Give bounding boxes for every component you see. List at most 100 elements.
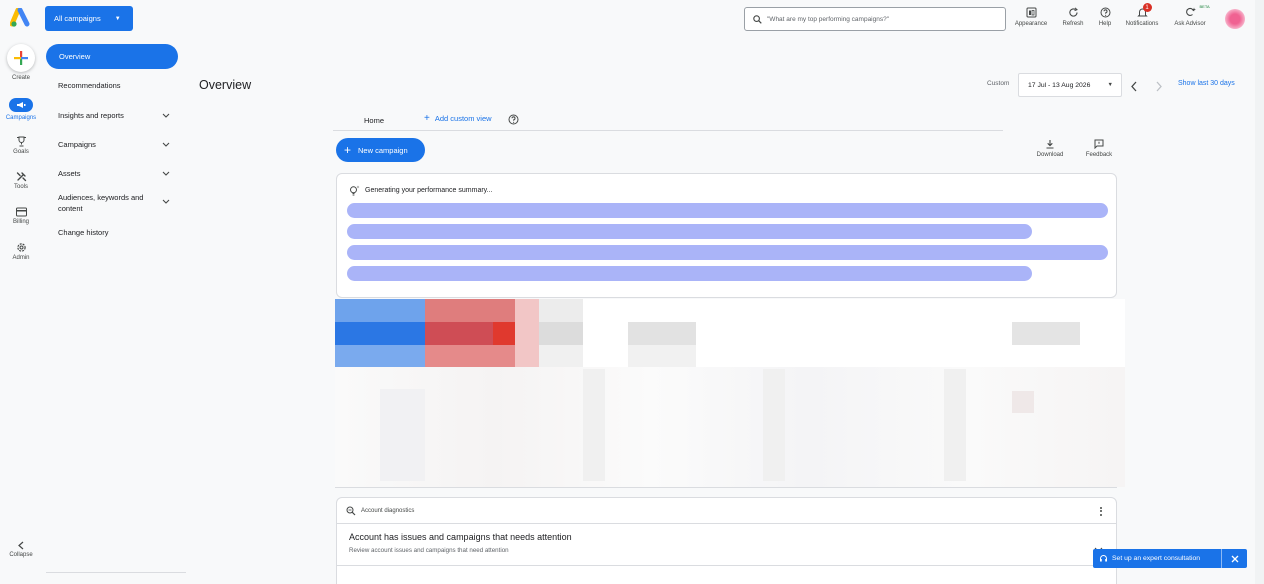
scrollbar-track[interactable] xyxy=(1255,0,1264,584)
nav-label-overview: Overview xyxy=(59,52,91,61)
rail-label-campaigns: Campaigns xyxy=(5,115,37,121)
close-banner-button[interactable] xyxy=(1222,549,1247,568)
nav-item-overview[interactable]: Overview xyxy=(46,44,178,69)
rail-label-goals: Goals xyxy=(13,149,29,155)
collapse-button[interactable]: Collapse xyxy=(0,541,42,558)
loading-bar xyxy=(347,266,1032,281)
obscured-block xyxy=(628,322,696,345)
tabs-divider xyxy=(333,130,1003,131)
obscured-block xyxy=(493,322,515,345)
nav-item-assets[interactable]: Assets xyxy=(58,169,170,178)
help-button[interactable]: Help xyxy=(1093,7,1117,27)
obscured-block xyxy=(583,369,605,481)
chevron-right-icon xyxy=(1156,81,1162,92)
google-ads-logo[interactable] xyxy=(9,7,32,28)
nav-item-insights[interactable]: Insights and reports xyxy=(58,111,170,120)
lightbulb-icon xyxy=(350,185,360,196)
add-custom-view-label: Add custom view xyxy=(434,114,492,123)
plus-icon: + xyxy=(424,113,430,124)
obscured-block xyxy=(539,345,583,367)
tab-help-button[interactable] xyxy=(508,112,519,130)
download-label: Download xyxy=(1036,152,1064,158)
date-range-picker[interactable]: 17 Jul - 13 Aug 2026 ▼ xyxy=(1018,73,1122,97)
caret-down-icon: ▼ xyxy=(1107,82,1113,88)
chevron-left-icon xyxy=(1131,81,1137,92)
nav-label-audiences-line1: Audiences, keywords and xyxy=(58,193,144,202)
banner-divider xyxy=(1221,549,1222,568)
obscured-block xyxy=(763,369,785,481)
nav-item-change-history[interactable]: Change history xyxy=(58,228,170,237)
rail-label-tools: Tools xyxy=(13,184,28,190)
chevron-down-icon xyxy=(162,199,170,204)
feedback-button[interactable]: Feedback xyxy=(1083,139,1115,158)
expert-consultation-banner: Set up an expert consultation xyxy=(1093,549,1247,568)
ask-advisor-label: Ask Advisor xyxy=(1174,21,1206,27)
loading-bar xyxy=(347,224,1032,239)
search-icon xyxy=(753,14,762,24)
obscured-block xyxy=(335,345,425,367)
megaphone-icon xyxy=(9,98,33,112)
new-campaign-button[interactable]: + New campaign xyxy=(336,138,425,162)
diagnostics-search-icon xyxy=(346,506,356,516)
notifications-button[interactable]: 1 Notifications xyxy=(1121,3,1163,27)
expert-consultation-button[interactable]: Set up an expert consultation xyxy=(1093,549,1221,568)
close-icon xyxy=(1231,555,1238,562)
caret-down-icon: ▼ xyxy=(114,15,121,22)
search-placeholder: "What are my top performing campaigns?" xyxy=(767,15,890,23)
tab-home[interactable]: Home xyxy=(333,110,415,131)
rail-item-campaigns[interactable]: Campaigns xyxy=(0,98,42,121)
chevron-down-icon xyxy=(162,113,170,118)
date-custom-label: Custom xyxy=(987,80,1010,87)
obscured-block xyxy=(335,299,425,322)
expert-consultation-label: Set up an expert consultation xyxy=(1112,555,1201,562)
diagnostics-label: Account diagnostics xyxy=(361,508,415,514)
refresh-button[interactable]: Refresh xyxy=(1058,7,1088,27)
nav-item-audiences[interactable]: Audiences, keywords and content xyxy=(58,193,170,214)
nav-label-insights: Insights and reports xyxy=(58,111,124,120)
nav-item-recommendations[interactable]: Recommendations xyxy=(58,81,170,90)
obscured-block xyxy=(425,345,515,367)
feedback-icon xyxy=(1094,139,1104,149)
feedback-label: Feedback xyxy=(1085,152,1113,158)
nav-divider xyxy=(46,572,186,573)
rail-label-admin: Admin xyxy=(12,255,30,261)
download-button[interactable]: Download xyxy=(1033,139,1067,158)
search-bar[interactable]: "What are my top performing campaigns?" xyxy=(744,7,1006,31)
date-next-button[interactable] xyxy=(1155,79,1163,97)
nav-item-campaigns[interactable]: Campaigns xyxy=(58,140,170,149)
headset-icon xyxy=(1100,555,1107,562)
appearance-button[interactable]: Appearance xyxy=(1013,7,1049,27)
rail-item-admin[interactable]: Admin xyxy=(0,242,42,261)
diagnostics-header: Account diagnostics xyxy=(346,506,414,516)
help-icon xyxy=(508,114,519,125)
plus-icon xyxy=(14,51,28,65)
refresh-label: Refresh xyxy=(1062,21,1084,27)
nav-label-change-history: Change history xyxy=(58,228,109,237)
create-button[interactable] xyxy=(7,44,35,72)
page-title: Overview xyxy=(199,78,252,92)
rail-item-tools[interactable]: Tools xyxy=(0,171,42,190)
chart-bottom-border xyxy=(335,487,1117,488)
obscured-block xyxy=(335,367,1125,487)
nav-label-recommendations: Recommendations xyxy=(58,81,121,90)
download-icon xyxy=(1046,140,1054,149)
show-last-30-days-link[interactable]: Show last 30 days xyxy=(1178,80,1235,87)
scope-label: All campaigns xyxy=(54,14,101,23)
ask-advisor-button[interactable]: BETA Ask Advisor xyxy=(1171,4,1209,27)
appearance-icon xyxy=(1026,7,1036,18)
rail-item-billing[interactable]: Billing xyxy=(0,207,42,225)
rail-item-goals[interactable]: Goals xyxy=(0,136,42,155)
more-vert-icon[interactable] xyxy=(1097,504,1105,518)
date-prev-button[interactable] xyxy=(1130,79,1138,97)
avatar[interactable] xyxy=(1225,9,1245,29)
trophy-icon xyxy=(16,136,26,147)
campaign-scope-selector[interactable]: All campaigns ▼ xyxy=(45,6,133,31)
plus-icon: + xyxy=(344,143,352,157)
chevron-left-icon xyxy=(18,541,24,550)
date-range-value: 17 Jul - 13 Aug 2026 xyxy=(1028,81,1091,89)
card-icon xyxy=(15,207,27,217)
performance-chart-obscured xyxy=(335,299,1125,487)
nav-label-audiences: Audiences, keywords and content xyxy=(58,193,143,214)
add-custom-view-button[interactable]: + Add custom view xyxy=(424,113,492,124)
gear-icon xyxy=(16,243,26,252)
